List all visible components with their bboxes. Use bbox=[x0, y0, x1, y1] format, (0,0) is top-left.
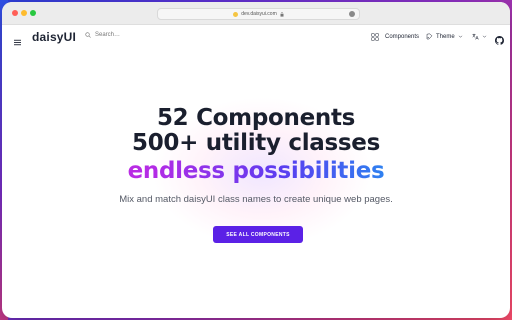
site-logo[interactable]: daisyUI bbox=[32, 30, 76, 44]
lock-icon bbox=[280, 12, 284, 17]
fullscreen-window-button[interactable] bbox=[30, 10, 36, 16]
theme-dropdown[interactable]: Theme bbox=[426, 33, 466, 40]
site-favicon-icon bbox=[233, 11, 239, 17]
address-bar-url: dev.daisyui.com bbox=[241, 11, 277, 17]
reader-mode-icon[interactable] bbox=[349, 11, 355, 17]
close-window-button[interactable] bbox=[12, 10, 18, 16]
address-bar[interactable]: dev.daisyui.com bbox=[157, 8, 360, 20]
chevron-down-icon bbox=[458, 35, 462, 38]
language-dropdown[interactable] bbox=[472, 33, 487, 40]
hero-heading-line-1: 52 Components bbox=[156, 105, 356, 131]
browser-titlebar: dev.daisyui.com bbox=[2, 2, 510, 25]
search-placeholder: Search… bbox=[95, 32, 121, 38]
menu-icon[interactable] bbox=[14, 33, 21, 46]
hero-heading-gradient: endless possibilities bbox=[2, 156, 510, 186]
hero-heading-line-2: 500+ utility classes bbox=[131, 130, 380, 156]
components-icon bbox=[371, 33, 379, 41]
minimize-window-button[interactable] bbox=[21, 10, 27, 16]
search-icon bbox=[85, 32, 91, 38]
github-icon[interactable] bbox=[495, 32, 504, 45]
chevron-down-icon bbox=[482, 35, 487, 38]
nav-components-label: Components bbox=[385, 34, 420, 40]
see-all-components-button[interactable]: SEE ALL COMPONENTS bbox=[213, 226, 303, 243]
browser-window: dev.daisyui.com daisyUI Search… Componen… bbox=[2, 2, 510, 318]
search-input[interactable]: Search… bbox=[85, 32, 120, 38]
nav-components-link[interactable]: Components bbox=[371, 33, 419, 41]
hero-section: 52 Components 500+ utility classes endle… bbox=[2, 105, 510, 206]
hero-subtitle: Mix and match daisyUI class names to cre… bbox=[119, 194, 393, 205]
theme-icon bbox=[426, 33, 433, 40]
theme-label: Theme bbox=[436, 33, 455, 40]
language-icon bbox=[472, 33, 479, 40]
site-navbar: daisyUI Search… Components Theme bbox=[2, 25, 510, 49]
